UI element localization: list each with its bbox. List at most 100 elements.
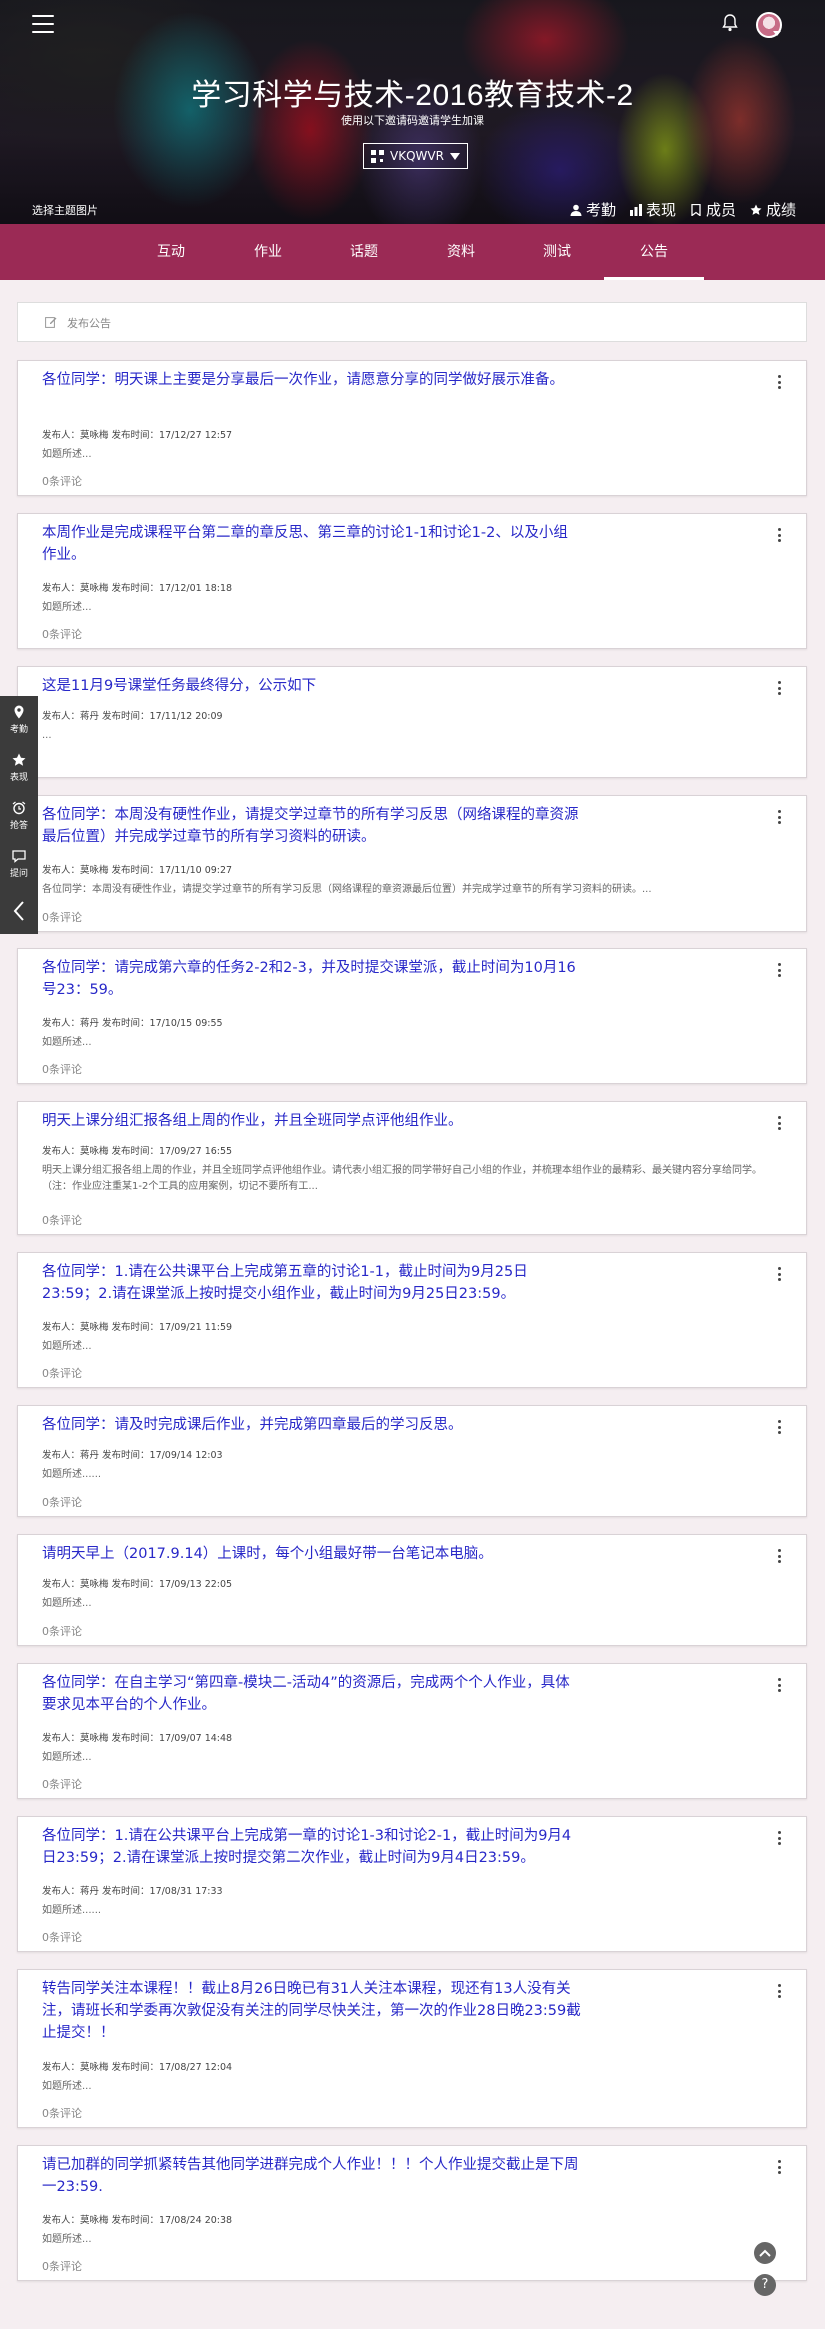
announcement-summary: 如题所述... — [42, 1037, 92, 1048]
announcement-title[interactable]: 各位同学：1.请在公共课平台上完成第一章的讨论1-3和讨论2-1，截止时间为9月… — [42, 1825, 582, 1869]
more-options-icon[interactable] — [778, 963, 782, 980]
chevron-down-icon[interactable] — [773, 31, 781, 36]
more-options-icon[interactable] — [778, 1549, 782, 1566]
announcement-meta: 发布人：莫咏梅 发布时间：17/09/21 11:59 — [42, 1322, 233, 1333]
members-link[interactable]: 成员 — [690, 199, 736, 220]
announcement-meta: 发布人：莫咏梅 发布时间：17/11/10 09:27 — [42, 865, 233, 876]
announcement-title[interactable]: 本周作业是完成课程平台第二章的章反思、第三章的讨论1-1和讨论1-2、以及小组作… — [42, 522, 582, 566]
announcement-title[interactable]: 请明天早上（2017.9.14）上课时，每个小组最好带一台笔记本电脑。 — [42, 1543, 582, 1565]
comment-count[interactable]: 0条评论 — [42, 1365, 82, 1381]
announcement-meta: 发布人：莫咏梅 发布时间：17/08/24 20:38 — [42, 2215, 233, 2226]
comment-count[interactable]: 0条评论 — [42, 626, 82, 642]
announcement-title[interactable]: 各位同学：1.请在公共课平台上完成第五章的讨论1-1，截止时间为9月25日23:… — [42, 1261, 582, 1305]
help-button[interactable]: ? — [754, 2274, 776, 2296]
announcement-card[interactable]: 请已加群的同学抓紧转告其他同学进群完成个人作业！！！个人作业提交截止是下周一23… — [17, 2145, 807, 2281]
tab-homework[interactable]: 作业 — [218, 224, 318, 280]
tab-topics[interactable]: 话题 — [314, 224, 414, 280]
more-options-icon[interactable] — [778, 375, 782, 392]
announcement-card[interactable]: 这是11月9号课堂任务最终得分，公示如下 发布人：蒋丹 发布时间：17/11/1… — [17, 666, 807, 778]
announcement-card[interactable]: 各位同学：本周没有硬性作业，请提交学过章节的所有学习反思（网络课程的章资源最后位… — [17, 795, 807, 932]
more-options-icon[interactable] — [778, 1678, 782, 1695]
more-options-icon[interactable] — [778, 810, 782, 827]
star-icon — [12, 753, 26, 766]
more-options-icon[interactable] — [778, 1267, 782, 1284]
announcement-card[interactable]: 请明天早上（2017.9.14）上课时，每个小组最好带一台笔记本电脑。 发布人：… — [17, 1534, 807, 1646]
choose-theme-image-link[interactable]: 选择主题图片 — [32, 202, 98, 218]
ask-question-tool[interactable]: 提问 — [0, 840, 38, 888]
grades-link[interactable]: 成绩 — [750, 199, 796, 220]
comment-count[interactable]: 0条评论 — [42, 2105, 82, 2121]
announcement-summary: 如题所述... — [42, 602, 92, 613]
comment-count[interactable]: 0条评论 — [42, 1929, 82, 1945]
announcement-summary: 如题所述... — [42, 1752, 92, 1763]
announcement-card[interactable]: 各位同学：请及时完成课后作业，并完成第四章最后的学习反思。 发布人：蒋丹 发布时… — [17, 1405, 807, 1517]
performance-tool[interactable]: 表现 — [0, 744, 38, 792]
announcement-card[interactable]: 明天上课分组汇报各组上周的作业，并且全班同学点评他组作业。 发布人：莫咏梅 发布… — [17, 1101, 807, 1235]
more-options-icon[interactable] — [778, 1984, 782, 2001]
side-toolbar: 考勤 表现 抢答 提问 — [0, 696, 38, 934]
announcement-summary: 如题所述... — [42, 2234, 92, 2245]
comment-count[interactable]: 0条评论 — [42, 2258, 82, 2274]
comment-count[interactable]: 0条评论 — [42, 1494, 82, 1510]
announcement-card[interactable]: 各位同学：在自主学习“第四章-模块二-活动4”的资源后，完成两个个人作业，具体要… — [17, 1663, 807, 1799]
bell-icon[interactable] — [722, 14, 738, 32]
course-title: 学习科学与技术-2016教育技术-2 — [191, 79, 634, 112]
announcement-card[interactable]: 各位同学：明天课上主要是分享最后一次作业，请愿意分享的同学做好展示准备。 发布人… — [17, 360, 807, 496]
announcement-title[interactable]: 各位同学：本周没有硬性作业，请提交学过章节的所有学习反思（网络课程的章资源最后位… — [42, 804, 582, 848]
more-options-icon[interactable] — [778, 2160, 782, 2177]
announcement-meta: 发布人：莫咏梅 发布时间：17/12/27 12:57 — [42, 430, 233, 441]
announcement-card[interactable]: 各位同学：1.请在公共课平台上完成第一章的讨论1-3和讨论2-1，截止时间为9月… — [17, 1816, 807, 1952]
more-options-icon[interactable] — [778, 1420, 782, 1437]
attendance-tool[interactable]: 考勤 — [0, 696, 38, 744]
announcement-card[interactable]: 各位同学：1.请在公共课平台上完成第五章的讨论1-1，截止时间为9月25日23:… — [17, 1252, 807, 1388]
more-options-icon[interactable] — [778, 1116, 782, 1133]
user-icon — [570, 204, 582, 216]
comment-count[interactable]: 0条评论 — [42, 909, 82, 925]
tab-announcements[interactable]: 公告 — [604, 224, 704, 280]
bookmark-icon — [691, 203, 701, 216]
announcement-title[interactable]: 各位同学：明天课上主要是分享最后一次作业，请愿意分享的同学做好展示准备。 — [42, 369, 582, 391]
announcement-title[interactable]: 各位同学：请完成第六章的任务2-2和2-3，并及时提交课堂派，截止时间为10月1… — [42, 957, 582, 1001]
more-options-icon[interactable] — [778, 1831, 782, 1848]
announcement-summary: 如题所述...... — [42, 1905, 102, 1916]
collapse-toolbar-button[interactable] — [0, 888, 38, 934]
edit-icon — [45, 317, 57, 328]
star-icon — [750, 204, 762, 215]
invite-code-button[interactable]: VKQWVR — [363, 143, 468, 169]
chevron-up-icon — [759, 2249, 771, 2257]
more-options-icon[interactable] — [778, 528, 782, 545]
scroll-to-top-button[interactable] — [754, 2242, 776, 2264]
qr-code-icon — [371, 149, 385, 163]
announcement-card[interactable]: 本周作业是完成课程平台第二章的章反思、第三章的讨论1-1和讨论1-2、以及小组作… — [17, 513, 807, 649]
bar-chart-icon — [630, 203, 643, 216]
alarm-clock-icon — [12, 801, 26, 815]
comment-count[interactable]: 0条评论 — [42, 1212, 82, 1228]
announcement-meta: 发布人：莫咏梅 发布时间：17/08/27 12:04 — [42, 2062, 233, 2073]
comment-count[interactable]: 0条评论 — [42, 1061, 82, 1077]
announcement-title[interactable]: 请已加群的同学抓紧转告其他同学进群完成个人作业！！！个人作业提交截止是下周一23… — [42, 2154, 582, 2198]
announcement-meta: 发布人：莫咏梅 发布时间：17/09/07 14:48 — [42, 1733, 233, 1744]
announcement-title[interactable]: 转告同学关注本课程！！截止8月26日晚已有31人关注本课程，现还有13人没有关注… — [42, 1978, 582, 2044]
announcement-card[interactable]: 转告同学关注本课程！！截止8月26日晚已有31人关注本课程，现还有13人没有关注… — [17, 1969, 807, 2128]
comment-count[interactable]: 0条评论 — [42, 1623, 82, 1639]
announcement-title[interactable]: 明天上课分组汇报各组上周的作业，并且全班同学点评他组作业。 — [42, 1110, 582, 1132]
announcement-title[interactable]: 各位同学：在自主学习“第四章-模块二-活动4”的资源后，完成两个个人作业，具体要… — [42, 1672, 582, 1716]
performance-link[interactable]: 表现 — [630, 199, 676, 220]
comment-count[interactable]: 0条评论 — [42, 473, 82, 489]
chevron-left-icon — [13, 901, 24, 921]
tab-tests[interactable]: 测试 — [507, 224, 607, 280]
announcement-title[interactable]: 各位同学：请及时完成课后作业，并完成第四章最后的学习反思。 — [42, 1414, 582, 1436]
announcement-summary: 如题所述... — [42, 1341, 92, 1352]
tab-interaction[interactable]: 互动 — [121, 224, 221, 280]
tab-materials[interactable]: 资料 — [411, 224, 511, 280]
menu-icon[interactable] — [32, 15, 54, 35]
announcement-meta: 发布人：莫咏梅 发布时间：17/12/01 18:18 — [42, 583, 233, 594]
quick-answer-tool[interactable]: 抢答 — [0, 792, 38, 840]
announcement-card[interactable]: 各位同学：请完成第六章的任务2-2和2-3，并及时提交课堂派，截止时间为10月1… — [17, 948, 807, 1084]
publish-announcement-box[interactable]: 发布公告 — [17, 302, 807, 342]
comment-count[interactable]: 0条评论 — [42, 1776, 82, 1792]
announcement-title[interactable]: 这是11月9号课堂任务最终得分，公示如下 — [42, 675, 582, 697]
more-options-icon[interactable] — [778, 681, 782, 698]
attendance-link[interactable]: 考勤 — [570, 199, 616, 220]
announcement-meta: 发布人：蒋丹 发布时间：17/08/31 17:33 — [42, 1886, 223, 1897]
